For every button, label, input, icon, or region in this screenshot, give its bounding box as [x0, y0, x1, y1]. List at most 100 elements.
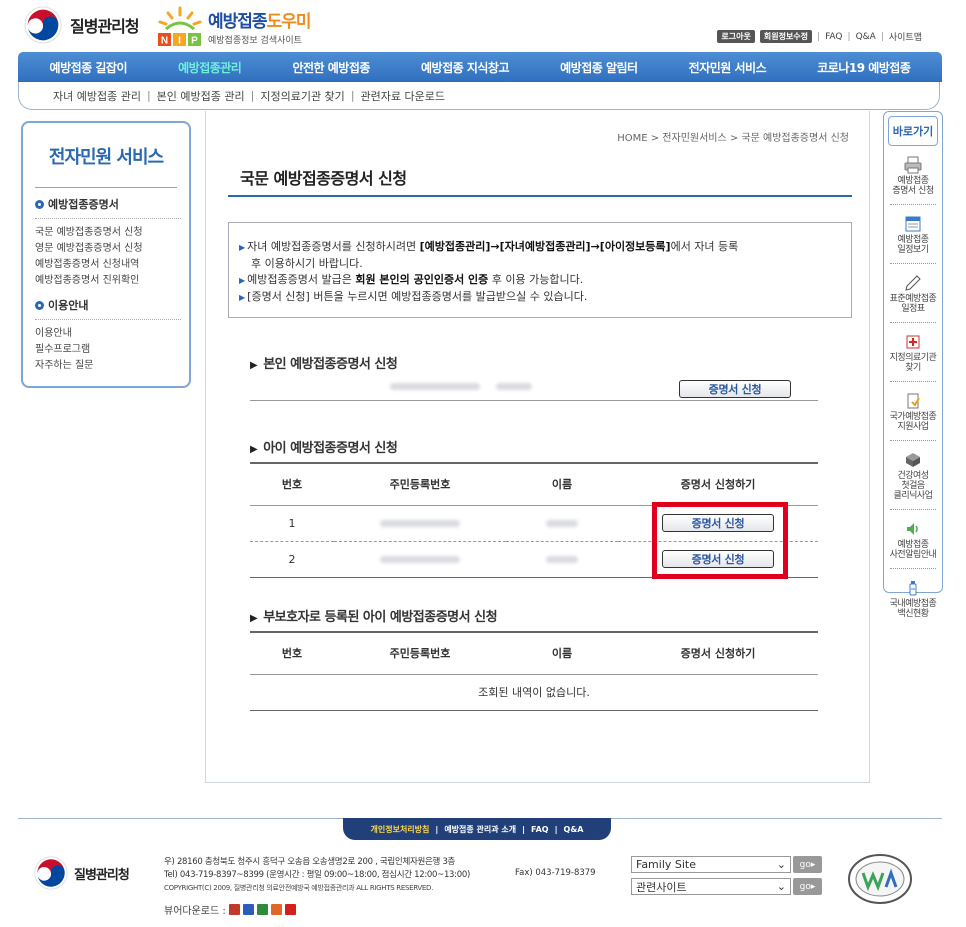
notice-text: 에서 자녀 등록	[670, 240, 739, 253]
subnav-find-clinic[interactable]: 지정의료기관 찾기	[260, 88, 344, 104]
col-request: 증명서 신청하기	[618, 462, 818, 506]
footer-about-link[interactable]: 예방접종 관리과 소개	[444, 824, 516, 835]
kdca-emblem-icon	[24, 6, 62, 44]
quick-find-clinic[interactable]: 지정의료기관 찾기	[884, 333, 942, 373]
separator: |	[250, 89, 255, 102]
quick-cert-request[interactable]: 예방접종 증명서 신청	[884, 156, 942, 196]
footer-menu: 개인정보처리방침 | 예방접종 관리과 소개 | FAQ | Q&A	[343, 818, 611, 840]
notice-text: 예방접종증명서 발급은	[247, 273, 356, 286]
quick-pre-notice[interactable]: 예방접종 사전알림안내	[884, 520, 942, 560]
go-label: go	[799, 859, 811, 870]
masked-name	[506, 505, 618, 542]
col-name: 이름	[506, 631, 618, 675]
excel-viewer-icon[interactable]	[256, 904, 268, 915]
row-number: 2	[250, 541, 334, 578]
footer-info: 우) 28160 충청북도 청주시 흥덕구 오송읍 오송생명2로 200 , 국…	[164, 856, 470, 895]
footer-qna-link[interactable]: Q&A	[564, 825, 584, 834]
printer-icon	[904, 156, 922, 174]
quick-label: 일정보기	[897, 245, 929, 255]
document-icon	[907, 393, 920, 409]
notice-box: ▶ 자녀 예방접종증명서를 신청하시려면 [예방접종관리]→[자녀예방접종관리]→…	[228, 222, 852, 318]
sidebar-item-english-cert[interactable]: 영문 예방접종증명서 신청	[35, 241, 177, 257]
kdca-logo[interactable]: 질병관리청	[24, 6, 140, 44]
utility-links: 로그아웃 회원정보수정 | FAQ | Q&A | 사이트맵	[717, 30, 922, 43]
footer-privacy-link[interactable]: 개인정보처리방침	[371, 824, 430, 835]
footer-faq-link[interactable]: FAQ	[531, 825, 549, 834]
notice-line-1: ▶ 자녀 예방접종증명서를 신청하시려면 [예방접종관리]→[자녀예방접종관리]→…	[239, 239, 839, 255]
self-cert-request-button[interactable]: 증명서 신청	[679, 380, 791, 398]
sidebar-item-programs[interactable]: 필수프로그램	[35, 342, 177, 358]
col-number: 번호	[250, 462, 334, 506]
site-title: 예방접종도우미	[208, 7, 312, 32]
masked-name	[496, 383, 532, 390]
gnb-safety[interactable]: 안전한 예방접종	[292, 59, 370, 76]
quick-vaccine-status[interactable]: 국내예방접종 백신현황	[884, 579, 942, 619]
col-resident-number: 주민등록번호	[334, 631, 506, 675]
ppt-viewer-icon[interactable]	[270, 904, 282, 915]
footer-fax: Fax) 043-719-8379	[515, 868, 596, 878]
gnb-covid19[interactable]: 코로나19 예방접종	[817, 59, 911, 76]
word-viewer-icon[interactable]	[242, 904, 254, 915]
member-edit-button[interactable]: 회원정보수정	[759, 30, 813, 43]
section-title-text: 본인 예방접종증명서 신청	[263, 357, 398, 372]
quick-menu: 바로가기 예방접종 증명서 신청 예방접종 일정보기 표준예방접종 일정표 지정…	[883, 111, 943, 619]
sidebar-item-usage[interactable]: 이용안내	[35, 326, 177, 342]
nip-logo[interactable]: N I P 예방접종도우미 예방접종정보 검색사이트	[156, 5, 312, 47]
divider	[890, 322, 936, 323]
divider	[35, 319, 181, 320]
org-name: 질병관리청	[70, 17, 140, 36]
gnb-knowledge[interactable]: 예방접종 지식창고	[421, 59, 510, 76]
gnb-e-service[interactable]: 전자민원 서비스	[689, 59, 767, 76]
logout-button[interactable]: 로그아웃	[717, 30, 755, 43]
table-header-row: 번호 주민등록번호 이름 증명서 신청하기	[250, 462, 818, 506]
sidebar-group-label: 이용안내	[48, 299, 89, 312]
health-box-icon	[906, 453, 920, 467]
separator: |	[146, 89, 151, 102]
quick-schedule[interactable]: 예방접종 일정보기	[884, 215, 942, 255]
footer-copyright: COPYRIGHT(C) 2009, 질병관리청 의료안전예방국 예방접종관리과…	[164, 884, 434, 892]
family-site-select[interactable]: Family Site ⌄	[631, 856, 791, 873]
quick-national-support[interactable]: 국가예방접종 지원사업	[884, 392, 942, 432]
quick-standard-schedule[interactable]: 표준예방접종 일정표	[884, 274, 942, 314]
self-cert-row: 증명서 신청	[250, 375, 818, 401]
sidebar-item-faq[interactable]: 자주하는 질문	[35, 358, 177, 374]
quick-women-health[interactable]: 건강여성 첫걸음 클리닉사업	[884, 451, 942, 501]
bullet-icon	[35, 199, 44, 209]
masked-name	[506, 541, 618, 578]
related-site-go-button[interactable]: go ▸	[793, 878, 822, 895]
gnb-guide[interactable]: 예방접종 길잡이	[50, 59, 128, 76]
subnav-downloads[interactable]: 관련자료 다운로드	[361, 88, 445, 104]
hwp-viewer-icon[interactable]	[228, 904, 240, 915]
table-row: 조회된 내역이 없습니다.	[250, 674, 818, 711]
sidebar-group-guide[interactable]: 이용안내	[35, 297, 177, 313]
triangle-icon: ▶	[250, 444, 258, 455]
viewer-label: 뷰어다운로드 :	[164, 906, 226, 917]
sitemap-link[interactable]: 사이트맵	[889, 30, 922, 43]
sidebar-item-korean-cert[interactable]: 국문 예방접종증명서 신청	[35, 225, 177, 241]
vaccine-icon	[909, 581, 917, 596]
sidebar-item-cert-verify[interactable]: 예방접종증명서 진위확인	[35, 273, 177, 289]
main-content: HOME > 전자민원서비스 > 국문 예방접종증명서 신청 국문 예방접종증명…	[205, 111, 870, 783]
row-number: 1	[250, 505, 334, 542]
notice-text: 자녀 예방접종증명서를 신청하시려면	[247, 240, 420, 253]
sidebar-group-certificate[interactable]: 예방접종증명서	[35, 196, 177, 212]
self-section-title: ▶ 본인 예방접종증명서 신청	[250, 353, 398, 372]
separator: |	[880, 31, 884, 42]
faq-link[interactable]: FAQ	[825, 32, 842, 42]
subnav-child-management[interactable]: 자녀 예방접종 관리	[53, 88, 141, 104]
notice-line-2: ▶ 예방접종증명서 발급은 회원 본인의 공인인증서 인증 후 이용 가능합니다.	[239, 272, 839, 288]
gnb-management[interactable]: 예방접종관리	[178, 59, 242, 76]
pdf-viewer-icon[interactable]	[284, 904, 296, 915]
notice-emphasis: 회원 본인의 공인인증서 인증	[355, 273, 489, 286]
gnb-notice[interactable]: 예방접종 알림터	[560, 59, 638, 76]
section-title-text: 아이 예방접종증명서 신청	[263, 441, 398, 456]
nip-sun-icon: N I P	[158, 6, 202, 47]
family-site-go-button[interactable]: go ▸	[793, 856, 822, 873]
related-site-select[interactable]: 관련사이트 ⌄	[631, 878, 791, 895]
qna-link[interactable]: Q&A	[856, 32, 876, 42]
sidebar-item-cert-history[interactable]: 예방접종증명서 신청내역	[35, 257, 177, 273]
subnav-self-management[interactable]: 본인 예방접종 관리	[157, 88, 245, 104]
left-sidebar: 전자민원 서비스 예방접종증명서 국문 예방접종증명서 신청 영문 예방접종증명…	[21, 121, 191, 388]
site-title-accent: 도우미	[266, 11, 312, 32]
divider	[890, 204, 936, 205]
